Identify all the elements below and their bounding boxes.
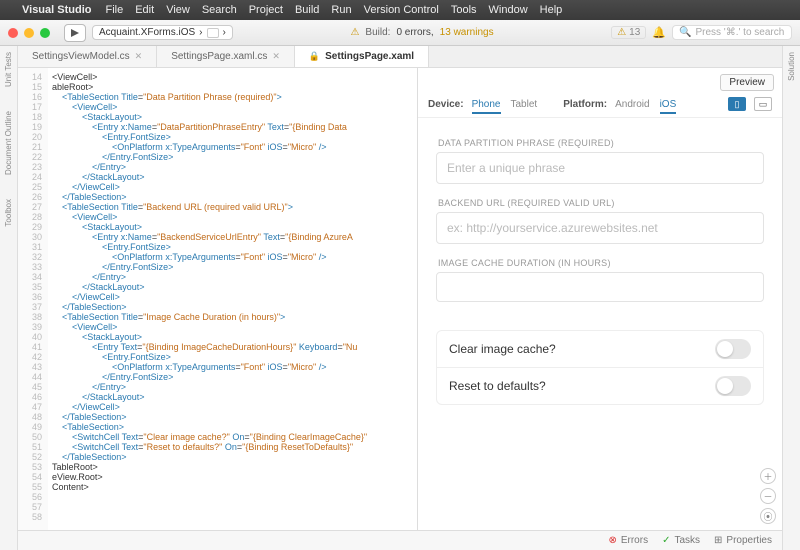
build-status: ⚠ Build: 0 errors, 13 warnings	[239, 27, 605, 38]
ide-body: Unit Tests Document Outline Toolbox Settin…	[0, 46, 800, 550]
build-errors: 0 errors,	[396, 27, 433, 38]
zoom-in-icon[interactable]: ＋	[760, 468, 776, 484]
project-name: Acquaint.XForms.iOS	[99, 27, 195, 38]
switch-toggle[interactable]	[715, 376, 751, 396]
portrait-icon[interactable]: ▯	[728, 97, 746, 111]
lock-icon: 🔒	[309, 51, 320, 62]
platform-option-android[interactable]: Android	[615, 99, 649, 112]
window-controls	[8, 28, 50, 38]
form-section: DATA PARTITION PHRASE (REQUIRED)Enter a …	[436, 138, 764, 184]
toolbar: Acquaint.XForms.iOS › › ⚠ Build: 0 error…	[0, 20, 800, 46]
close-icon[interactable]	[8, 28, 18, 38]
code-area[interactable]: <ViewCell>ableRoot> <TableSection Title=…	[48, 68, 417, 530]
switch-section: Clear image cache? Reset to defaults?	[436, 330, 764, 405]
tab-settingsviewmodel-cs[interactable]: SettingsViewModel.cs ✕	[18, 46, 157, 67]
rail-document-outline[interactable]: Document Outline	[4, 111, 13, 175]
rendered-form: DATA PARTITION PHRASE (REQUIRED)Enter a …	[418, 118, 782, 425]
properties-pad[interactable]: ⊞Properties	[714, 535, 772, 546]
check-icon: ✓	[662, 535, 670, 546]
right-rail: Solution	[782, 46, 800, 550]
search-placeholder: Press '⌘.' to search	[695, 27, 784, 38]
code-editor[interactable]: 1415161718192021222324252627282930313233…	[18, 68, 418, 530]
menu-tools[interactable]: Tools	[451, 4, 477, 16]
project-selector[interactable]: Acquaint.XForms.iOS › ›	[92, 25, 233, 40]
properties-icon: ⊞	[714, 535, 722, 546]
run-button[interactable]	[64, 24, 86, 42]
form-section: IMAGE CACHE DURATION (IN HOURS)	[436, 258, 764, 302]
device-option-phone[interactable]: Phone	[472, 99, 501, 114]
warning-triangle-icon: ⚠	[350, 27, 359, 38]
app-title[interactable]: Visual Studio	[22, 4, 91, 16]
warning-triangle-icon: ⚠	[617, 27, 626, 38]
section-label: IMAGE CACHE DURATION (IN HOURS)	[436, 258, 764, 272]
warnings-badge[interactable]: ⚠ 13	[611, 26, 646, 39]
search-icon: 🔍	[679, 27, 691, 38]
zoom-out-icon[interactable]: －	[760, 488, 776, 504]
entry-field[interactable]: Enter a unique phrase	[436, 152, 764, 184]
device-label: Device:	[428, 99, 464, 110]
status-bar: ⊗Errors ✓Tasks ⊞Properties	[18, 530, 782, 550]
menu-file[interactable]: File	[105, 4, 123, 16]
device-icon	[207, 28, 219, 38]
close-icon[interactable]: ✕	[272, 51, 280, 62]
tab-settingspage-xaml-cs[interactable]: SettingsPage.xaml.cs ✕	[157, 46, 295, 67]
device-option-tablet[interactable]: Tablet	[511, 99, 538, 112]
tab-label: SettingsPage.xaml	[325, 51, 414, 62]
chevron-right-icon: ›	[199, 27, 202, 38]
rail-unit-tests[interactable]: Unit Tests	[4, 52, 13, 87]
line-gutter: 1415161718192021222324252627282930313233…	[18, 68, 48, 530]
menubar: Visual Studio File Edit View Search Project B…	[0, 0, 800, 20]
tab-label: SettingsViewModel.cs	[32, 51, 130, 62]
menu-view[interactable]: View	[166, 4, 190, 16]
menu-search[interactable]: Search	[202, 4, 237, 16]
global-search[interactable]: 🔍 Press '⌘.' to search	[672, 25, 792, 40]
entry-field[interactable]: ex: http://yourservice.azurewebsites.net	[436, 212, 764, 244]
switch-row: Clear image cache?	[437, 331, 763, 367]
preview-button[interactable]: Preview	[720, 74, 774, 91]
menu-project[interactable]: Project	[249, 4, 283, 16]
build-warnings: 13 warnings	[440, 27, 494, 38]
platform-label: Platform:	[563, 99, 607, 110]
menu-version-control[interactable]: Version Control	[364, 4, 439, 16]
switch-label: Reset to defaults?	[449, 379, 546, 393]
section-label: BACKEND URL (REQUIRED VALID URL)	[436, 198, 764, 212]
main-area: SettingsViewModel.cs✕SettingsPage.xaml.c…	[18, 46, 782, 550]
menu-edit[interactable]: Edit	[135, 4, 154, 16]
tab-label: SettingsPage.xaml.cs	[171, 51, 267, 62]
xaml-previewer: Preview Device: Phone Tablet Platform: An…	[418, 68, 782, 530]
switch-row: Reset to defaults?	[437, 367, 763, 404]
close-icon[interactable]: ✕	[135, 51, 143, 62]
error-icon: ⊗	[608, 535, 616, 546]
document-tabs: SettingsViewModel.cs✕SettingsPage.xaml.c…	[18, 46, 782, 68]
rail-solution[interactable]: Solution	[787, 52, 796, 81]
landscape-icon[interactable]: ▭	[754, 97, 772, 111]
zoom-reset-icon[interactable]: ⦿	[760, 508, 776, 524]
device-bar: Device: Phone Tablet Platform: Android iOS…	[418, 93, 782, 118]
editor-preview-split: 1415161718192021222324252627282930313233…	[18, 68, 782, 530]
switch-toggle[interactable]	[715, 339, 751, 359]
left-rail: Unit Tests Document Outline Toolbox	[0, 46, 18, 550]
switch-label: Clear image cache?	[449, 342, 556, 356]
tab-settingspage-xaml[interactable]: 🔒 SettingsPage.xaml	[295, 46, 429, 67]
warnings-count: 13	[629, 27, 640, 38]
entry-field[interactable]	[436, 272, 764, 302]
form-section: BACKEND URL (REQUIRED VALID URL)ex: http…	[436, 198, 764, 244]
minimize-icon[interactable]	[24, 28, 34, 38]
platform-option-ios[interactable]: iOS	[660, 99, 677, 114]
menu-help[interactable]: Help	[540, 4, 563, 16]
menu-build[interactable]: Build	[295, 4, 319, 16]
build-prefix: Build:	[365, 27, 390, 38]
tasks-pad[interactable]: ✓Tasks	[662, 535, 700, 546]
zoom-icon[interactable]	[40, 28, 50, 38]
section-label: DATA PARTITION PHRASE (REQUIRED)	[436, 138, 764, 152]
chevron-right-icon: ›	[223, 27, 226, 38]
bell-icon[interactable]: 🔔	[652, 26, 666, 39]
errors-pad[interactable]: ⊗Errors	[608, 535, 648, 546]
menu-run[interactable]: Run	[331, 4, 351, 16]
menu-window[interactable]: Window	[489, 4, 528, 16]
zoom-controls: ＋ － ⦿	[760, 468, 776, 524]
rail-toolbox[interactable]: Toolbox	[4, 199, 13, 227]
